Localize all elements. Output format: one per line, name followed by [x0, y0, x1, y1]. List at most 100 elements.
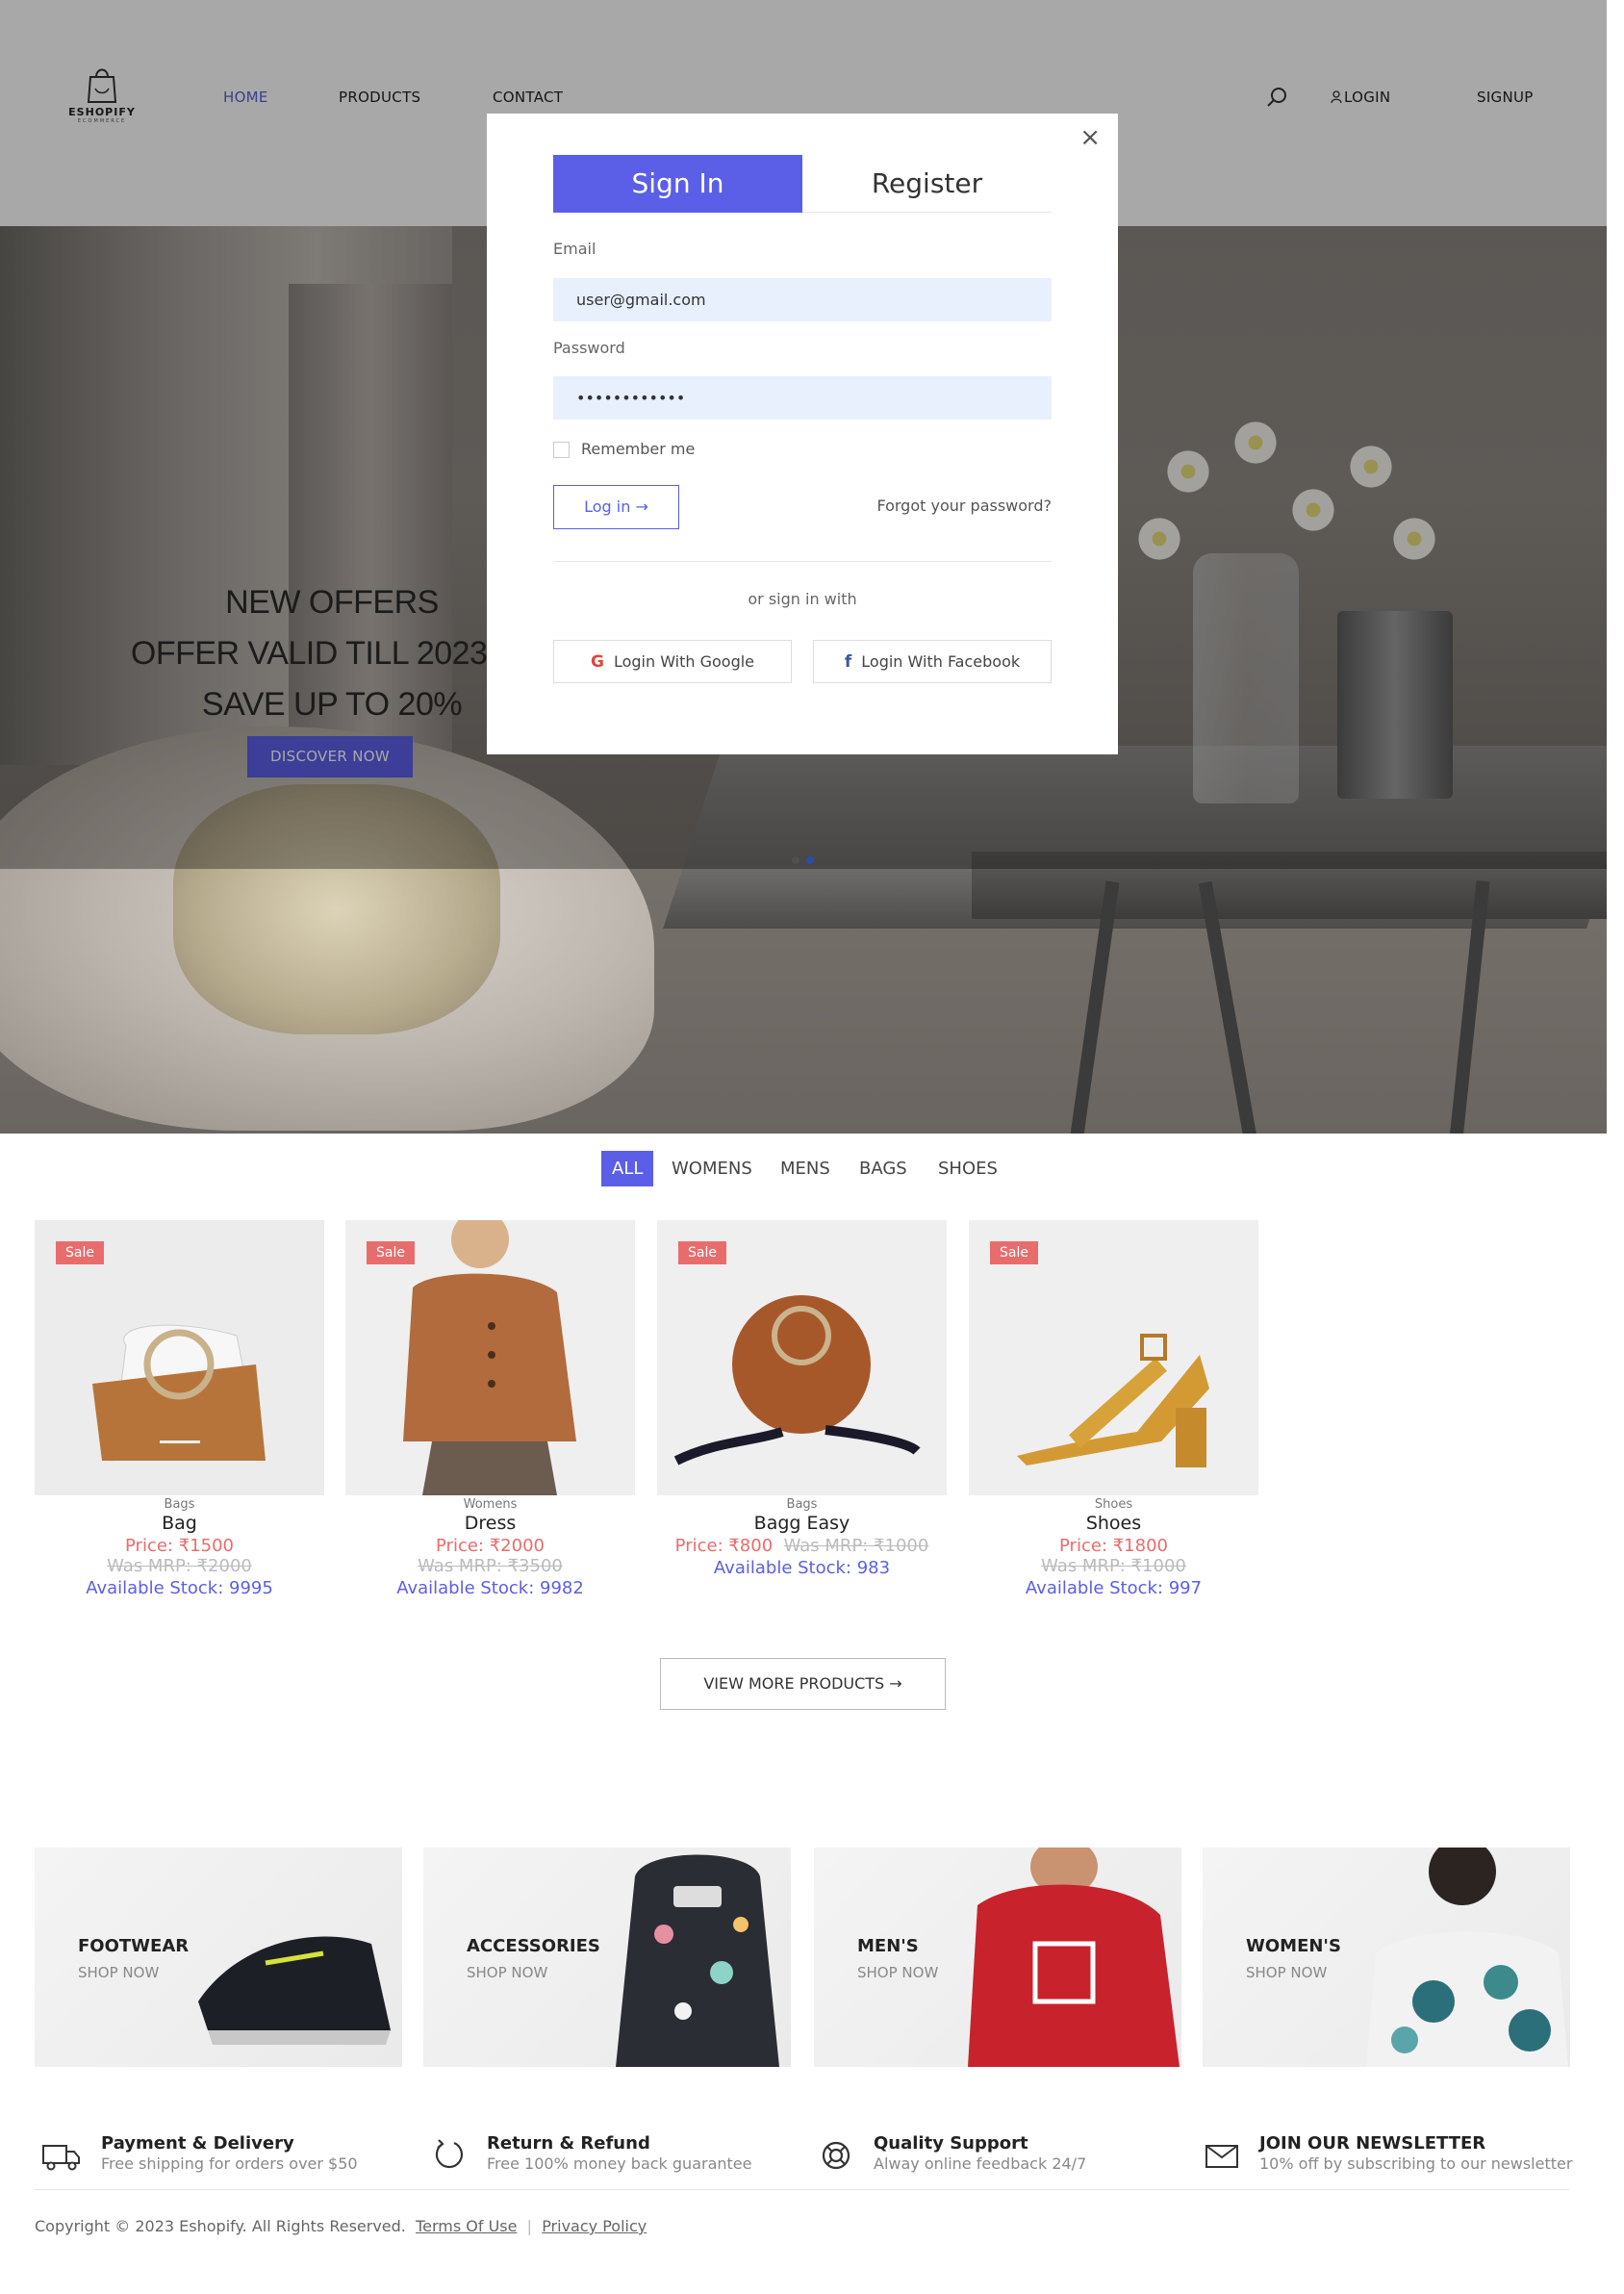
copyright-text: Copyright © 2023 Eshopify. All Rights Re… — [35, 2217, 406, 2235]
sale-badge: Sale — [678, 1241, 726, 1264]
divider — [553, 561, 1052, 562]
google-login-button[interactable]: G Login With Google — [553, 640, 792, 683]
product-price-was: Was MRP: ₹1000 — [1041, 1556, 1186, 1576]
product-price-was: Was MRP: ₹2000 — [107, 1556, 252, 1576]
filter-bags[interactable]: BAGS — [859, 1151, 907, 1186]
product-category: Shoes — [1094, 1497, 1133, 1512]
product-price: Price: ₹1800 Was MRP: ₹1000 — [969, 1536, 1258, 1576]
forgot-password-link[interactable]: Forgot your password? — [876, 497, 1052, 515]
product-card[interactable]: Sale Shoes Shoes Price: ₹1800 Was MRP: ₹… — [969, 1220, 1258, 1598]
email-field[interactable] — [553, 278, 1052, 321]
product-category: Womens — [463, 1497, 518, 1512]
shop-now-link[interactable]: SHOP NOW — [78, 1964, 159, 1981]
product-image[interactable]: Sale — [969, 1220, 1258, 1495]
sale-badge: Sale — [56, 1241, 104, 1264]
remember-label: Remember me — [581, 440, 696, 458]
facebook-login-button[interactable]: f Login With Facebook — [813, 640, 1052, 683]
category-title: ACCESSORIES — [467, 1936, 600, 1956]
google-label: Login With Google — [613, 652, 755, 671]
product-name[interactable]: Dress — [345, 1513, 635, 1534]
product-category: Bags — [164, 1497, 195, 1512]
sneakers-image — [198, 1936, 391, 2045]
feature-title: Payment & Delivery — [101, 2133, 294, 2154]
product-card[interactable]: Sale Bags Bagg Easy Price: ₹800 Was MRP:… — [657, 1220, 947, 1578]
login-button[interactable]: Log in → — [553, 485, 679, 529]
floral-top-image — [1366, 1848, 1568, 2067]
feature-subtitle: Free shipping for orders over $50 — [101, 2154, 358, 2173]
or-sign-in-text: or sign in with — [748, 590, 857, 608]
filter-all[interactable]: ALL — [601, 1151, 654, 1186]
product-category: Bags — [786, 1497, 818, 1512]
product-price-current: Price: ₹2000 — [436, 1536, 545, 1556]
feature-subtitle: 10% off by subscribing to our newsletter — [1259, 2154, 1573, 2173]
product-card[interactable]: Sale Womens Dress Price: ₹2000 Was MRP: … — [345, 1220, 635, 1598]
category-womens[interactable]: WOMEN'S SHOP NOW — [1203, 1848, 1570, 2067]
product-price: Price: ₹800 Was MRP: ₹1000 — [657, 1536, 947, 1556]
remember-checkbox[interactable] — [553, 442, 570, 458]
product-image[interactable]: Sale — [345, 1220, 635, 1495]
shop-now-link[interactable]: SHOP NOW — [1246, 1964, 1327, 1981]
backpack-image — [616, 1854, 779, 2067]
footer-divider — [35, 2189, 1569, 2190]
sale-badge: Sale — [990, 1241, 1038, 1264]
category-footwear[interactable]: FOOTWEAR SHOP NOW — [35, 1848, 402, 2067]
red-hoodie-image — [968, 1848, 1180, 2067]
feature-subtitle: Alway online feedback 24/7 — [874, 2154, 1087, 2173]
feature-newsletter[interactable]: JOIN OUR NEWSLETTER 10% off by subscribi… — [1259, 2133, 1572, 2173]
close-icon[interactable]: × — [1079, 125, 1101, 150]
terms-link[interactable]: Terms Of Use — [416, 2217, 517, 2235]
filter-mens[interactable]: MENS — [780, 1151, 830, 1186]
category-accessories[interactable]: ACCESSORIES SHOP NOW — [423, 1848, 791, 2067]
product-price: Price: ₹1500 Was MRP: ₹2000 — [35, 1536, 324, 1576]
product-name[interactable]: Bag — [35, 1513, 324, 1534]
feature-title: Quality Support — [874, 2133, 1028, 2154]
password-field[interactable] — [553, 376, 1052, 420]
support-icon — [821, 2140, 851, 2175]
feature-subtitle: Free 100% money back guarantee — [487, 2154, 752, 2173]
product-price-current: Price: ₹800 — [674, 1536, 774, 1556]
refund-icon — [433, 2138, 466, 2175]
feature-return: Return & Refund Free 100% money back gua… — [487, 2133, 751, 2173]
facebook-icon: f — [844, 652, 852, 672]
product-name[interactable]: Shoes — [969, 1513, 1258, 1534]
product-price-current: Price: ₹1800 — [1059, 1536, 1168, 1556]
sale-badge: Sale — [367, 1241, 415, 1264]
truck-icon — [42, 2142, 81, 2175]
email-label: Email — [553, 240, 596, 258]
shop-now-link[interactable]: SHOP NOW — [857, 1964, 938, 1981]
tab-register[interactable]: Register — [802, 155, 1052, 213]
password-label: Password — [553, 339, 625, 357]
google-icon: G — [590, 652, 604, 672]
category-mens[interactable]: MEN'S SHOP NOW — [814, 1848, 1181, 2067]
feature-payment: Payment & Delivery Free shipping for ord… — [101, 2133, 358, 2173]
product-name[interactable]: Bagg Easy — [657, 1513, 947, 1534]
feature-support: Quality Support Alway online feedback 24… — [874, 2133, 1086, 2173]
product-stock: Available Stock: 9982 — [396, 1578, 584, 1598]
tab-signin[interactable]: Sign In — [553, 155, 802, 213]
facebook-label: Login With Facebook — [861, 652, 1021, 671]
filter-womens[interactable]: WOMENS — [672, 1151, 752, 1186]
mail-icon — [1205, 2145, 1238, 2172]
product-price: Price: ₹2000 Was MRP: ₹3500 — [345, 1536, 635, 1576]
view-more-products-button[interactable]: VIEW MORE PRODUCTS → — [660, 1658, 946, 1710]
shop-now-link[interactable]: SHOP NOW — [467, 1964, 547, 1981]
product-card[interactable]: Sale Bags Bag Price: ₹1500 Was MRP: ₹200… — [35, 1220, 324, 1598]
product-stock: Available Stock: 997 — [1025, 1578, 1203, 1598]
feature-title: Return & Refund — [487, 2133, 650, 2154]
feature-title: JOIN OUR NEWSLETTER — [1259, 2133, 1486, 2154]
category-title: WOMEN'S — [1246, 1936, 1341, 1956]
category-title: MEN'S — [857, 1936, 919, 1956]
footer-separator: | — [526, 2217, 533, 2235]
product-stock: Available Stock: 9995 — [86, 1578, 273, 1598]
privacy-link[interactable]: Privacy Policy — [542, 2217, 647, 2235]
filter-shoes[interactable]: SHOES — [938, 1151, 998, 1186]
product-price-was: Was MRP: ₹1000 — [783, 1536, 929, 1556]
product-image[interactable]: Sale — [657, 1220, 947, 1495]
product-price-was: Was MRP: ₹3500 — [418, 1556, 563, 1576]
product-stock: Available Stock: 983 — [713, 1558, 891, 1578]
page: ESHOPIFY ECOMMERCE HOME PRODUCTS CONTACT… — [0, 0, 1624, 2294]
footer-copyright: Copyright © 2023 Eshopify. All Rights Re… — [35, 2217, 647, 2235]
product-image[interactable]: Sale — [35, 1220, 324, 1495]
login-modal: × Sign In Register Email Password Rememb… — [487, 114, 1118, 754]
category-title: FOOTWEAR — [78, 1936, 190, 1956]
